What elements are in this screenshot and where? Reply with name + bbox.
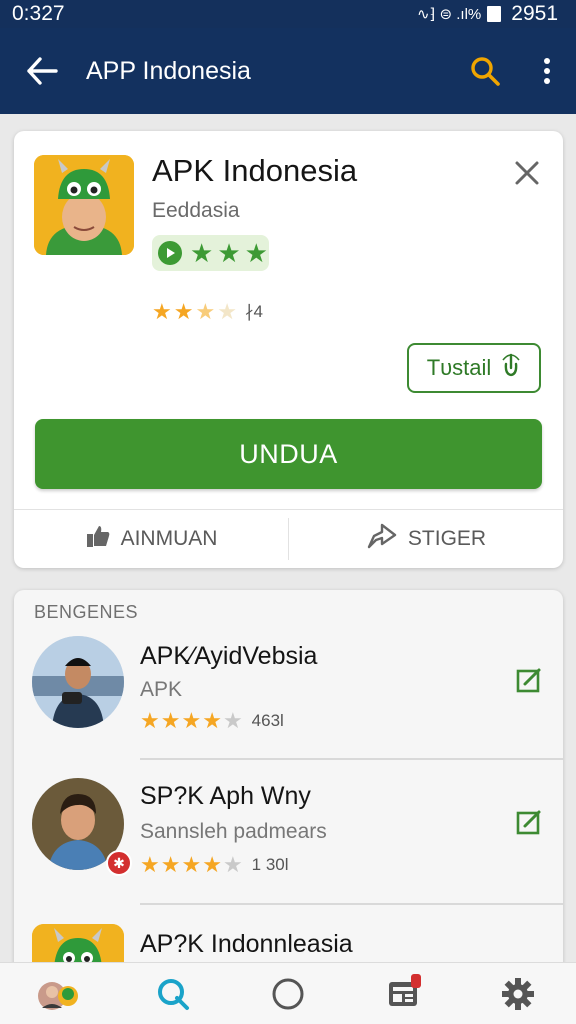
rating-badge: ★ ★ ★ — [152, 235, 269, 271]
card-actions: AINMUAN STIGER — [14, 509, 563, 568]
list-item[interactable]: APK⁄AyidVebsia APK ★ ★ ★ ★ ★ 463l — [14, 630, 563, 775]
app-bar: APP Indonesia — [0, 28, 576, 114]
item-rating: ★ ★ ★ ★ ★ 1 30l — [140, 854, 289, 876]
star-full: ★ — [160, 852, 181, 877]
item-name: APK⁄AyidVebsia — [140, 642, 318, 670]
badge-star: ★ — [190, 238, 214, 268]
star-empty: ★ — [217, 299, 237, 324]
star-full: ★ — [181, 708, 202, 733]
badge-star: ★ — [217, 238, 241, 268]
edit-icon[interactable] — [513, 806, 545, 838]
status-time: 0:327 — [12, 2, 65, 25]
app-rating: ★ ★ ★ ★ ∤4 — [152, 301, 263, 323]
section-title: BENGENES — [34, 602, 139, 622]
avatar — [32, 636, 124, 728]
battery-icon — [487, 6, 502, 22]
item-name: AP?K Indonnleasia — [140, 930, 353, 958]
star-full: ★ — [202, 852, 222, 877]
star-full: ★ — [173, 299, 194, 324]
app-detail-card: APK Indonesia Eeddasia ★ ★ ★ ★ ★ ★ ★ ∤4 … — [14, 131, 563, 568]
share-icon — [366, 522, 398, 556]
item-rating: ★ ★ ★ ★ ★ 463l — [140, 710, 284, 732]
star-full: ★ — [181, 852, 202, 877]
app-developer: Eeddasia — [152, 199, 240, 222]
like-label: AINMUAN — [120, 527, 218, 550]
search-icon[interactable] — [460, 46, 510, 96]
item-count: 1 30l — [251, 855, 289, 874]
thumbs-up-icon — [85, 523, 111, 555]
download-button[interactable]: UNDUA — [35, 419, 542, 489]
share-label: STIGER — [407, 527, 487, 550]
app-title: APK Indonesia — [152, 153, 358, 188]
item-name: SP?K Aph Wny — [140, 782, 311, 810]
circle-icon[interactable] — [258, 966, 318, 1022]
star-half: ★ — [195, 299, 216, 324]
recommendations-card: BENGENES APK⁄AyidVebsia APK ★ ★ ★ ★ ★ 46… — [14, 590, 563, 1024]
item-subtitle: APK — [140, 678, 183, 701]
status-bar: 0:327 ∿⁆ ⊜ .ıl% 2951 — [0, 0, 576, 28]
badge-star: ★ — [244, 238, 268, 268]
star-full: ★ — [140, 852, 160, 877]
app-bar-title: APP Indonesia — [86, 56, 251, 85]
install-button[interactable]: Tᴜstail — [407, 343, 541, 393]
list-divider — [140, 903, 563, 905]
star-full: ★ — [160, 708, 181, 733]
rating-count: ∤4 — [244, 302, 263, 321]
notification-badge — [411, 973, 422, 988]
back-arrow-icon[interactable] — [12, 41, 72, 101]
play-icon — [158, 241, 182, 265]
item-count: 463l — [251, 711, 284, 730]
share-action[interactable]: STIGER — [289, 510, 563, 568]
bottom-nav — [0, 962, 576, 1024]
star-full: ★ — [140, 708, 160, 733]
close-icon[interactable] — [509, 155, 545, 191]
install-label: Tᴜstail — [426, 355, 492, 380]
item-subtitle: Sannsleh padmears — [140, 820, 327, 843]
nav-profile[interactable] — [28, 966, 88, 1022]
more-vert-icon[interactable] — [532, 46, 562, 96]
search-icon[interactable] — [143, 966, 203, 1022]
star-full: ★ — [202, 708, 222, 733]
list-divider — [140, 758, 563, 760]
touch-icon — [501, 352, 521, 384]
list-item[interactable]: ✱ SP?K Aph Wny Sannsleh padmears ★ ★ ★ ★… — [14, 772, 563, 917]
gear-icon[interactable] — [488, 966, 548, 1022]
news-icon[interactable] — [373, 966, 433, 1022]
status-icons: ∿⁆ ⊜ .ıl% 2951 — [417, 2, 558, 26]
signal-icons: ∿⁆ ⊜ .ıl% — [416, 6, 482, 23]
badge-star-icon: ✱ — [106, 850, 132, 876]
star-empty: ★ — [222, 852, 243, 877]
star-empty: ★ — [222, 708, 243, 733]
status-clock: 2951 — [511, 2, 558, 25]
like-action[interactable]: AINMUAN — [14, 510, 288, 568]
app-icon — [34, 155, 134, 255]
edit-icon[interactable] — [513, 664, 545, 696]
star-full: ★ — [152, 299, 172, 324]
